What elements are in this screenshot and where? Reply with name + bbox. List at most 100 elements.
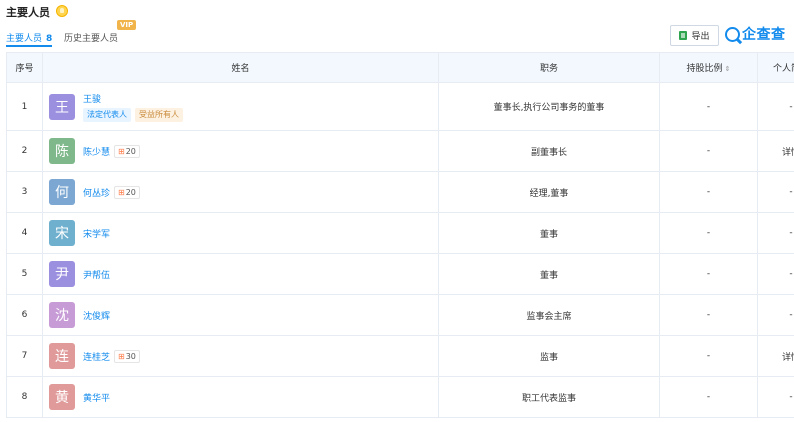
column-header-bio: 个人简介 (757, 52, 794, 83)
person: 何何丛珍 ⊞ 20 (49, 179, 438, 205)
person-name-line: 王骏 (83, 92, 183, 105)
person-name-link[interactable]: 连桂芝 (83, 350, 110, 363)
avatar[interactable]: 黄 (49, 384, 75, 410)
person-name-line: 陈少慧 ⊞ 20 (83, 144, 140, 158)
logo-text: 企查查 (742, 27, 786, 43)
person: 黄黄华平 (49, 384, 438, 410)
table-row: 5 尹尹帮伍 董事 - - (6, 253, 794, 295)
vip-badge: VIP (117, 20, 137, 30)
section-title: 主要人员 (6, 6, 50, 19)
share-header-label: 持股比例 (686, 64, 723, 74)
table-header-row: 序号 姓名 职务 持股比例⇕ 个人简介 (6, 52, 794, 83)
person-info: 连桂芝 ⊞ 30 (83, 349, 140, 363)
person-name-line: 何丛珍 ⊞ 20 (83, 185, 140, 199)
position-cell: 监事会主席 (438, 294, 660, 336)
person-name-line: 宋学军 (83, 227, 110, 240)
related-companies-count: 20 (125, 187, 136, 197)
tab-history-personnel-label: 历史主要人员 (64, 34, 119, 44)
avatar[interactable]: 连 (49, 343, 75, 369)
person-name-line: 连桂芝 ⊞ 30 (83, 349, 140, 363)
share-ratio-cell: - (659, 376, 758, 418)
legal-representative-tag[interactable]: 法定代表人 (83, 107, 131, 122)
position-cell: 经理,董事 (438, 171, 660, 213)
qichacha-logo-icon (725, 26, 740, 42)
related-companies-badge[interactable]: ⊞ 20 (114, 185, 140, 199)
person-info: 宋学军 (83, 227, 110, 240)
table-row: 2陈陈少慧 ⊞20 副董事长-详情 (6, 130, 794, 172)
bio-detail-link[interactable]: 详情 (757, 335, 794, 377)
person-name-line: 沈俊辉 (83, 309, 110, 322)
column-header-share[interactable]: 持股比例 ⇕ (659, 52, 758, 83)
position-cell: 董事长,执行公司事务的董事 (438, 82, 660, 131)
related-companies-count: 20 (125, 146, 136, 156)
export-label: 导出 (691, 32, 710, 42)
related-companies-badge[interactable]: ⊞ 20 (114, 144, 140, 158)
person-info: 黄华平 (83, 391, 110, 404)
table-row: 7连连桂芝 ⊞30 监事-详情 (6, 335, 794, 377)
related-companies-badge[interactable]: ⊞ 30 (114, 349, 140, 363)
person: 沈沈俊辉 (49, 302, 438, 328)
network-icon: ⊞ (118, 146, 125, 156)
name-cell: 王王骏法定代表人 受益所有人 (42, 82, 439, 131)
table-row: 8 黄黄华平 职工代表监事 - - (6, 376, 794, 418)
row-index: 2 (6, 130, 43, 172)
person: 连连桂芝 ⊞ 30 (49, 343, 438, 369)
table-row: 1 王王骏 法定代表人 受益所有人 董事长,执行公司事务的董事 - - (6, 82, 794, 131)
tab-main-personnel-label: 主要人员 (6, 34, 43, 44)
column-header-name: 姓名 (42, 52, 439, 83)
table-row: 3 何何丛珍 ⊞ 20 经理,董事 - - (6, 171, 794, 213)
active-tab-underline (6, 45, 52, 47)
bio-cell: - (757, 294, 794, 336)
person-info: 陈少慧 ⊞ 20 (83, 144, 140, 158)
person: 陈陈少慧 ⊞ 20 (49, 138, 438, 164)
bio-cell: - (757, 212, 794, 254)
avatar[interactable]: 陈 (49, 138, 75, 164)
table-row: 6 沈沈俊辉 监事会主席 - - (6, 294, 794, 336)
position-cell: 董事 (438, 253, 660, 295)
person-name-link[interactable]: 陈少慧 (83, 145, 110, 158)
avatar[interactable]: 宋 (49, 220, 75, 246)
section-header: 主要人员 主要人员 8 历史主要人员 VIP 导出 企查查 (0, 0, 794, 52)
avatar[interactable]: 沈 (49, 302, 75, 328)
position-cell: 监事 (438, 335, 660, 377)
person-name-link[interactable]: 王骏 (83, 92, 101, 105)
bio-cell: - (757, 82, 794, 131)
beneficial-owner-tag[interactable]: 受益所有人 (135, 107, 183, 122)
name-cell: 连连桂芝 ⊞ 30 (42, 335, 439, 377)
person-info: 何丛珍 ⊞ 20 (83, 185, 140, 199)
tab-main-personnel[interactable]: 主要人员 8 (6, 31, 52, 44)
bio-cell: - (757, 376, 794, 418)
share-ratio-cell: - (659, 294, 758, 336)
person-name-line: 黄华平 (83, 391, 110, 404)
tab-history-personnel[interactable]: 历史主要人员 (64, 31, 118, 44)
person: 王王骏法定代表人 受益所有人 (49, 92, 438, 122)
person-name-link[interactable]: 何丛珍 (83, 186, 110, 199)
name-cell: 何何丛珍 ⊞ 20 (42, 171, 439, 213)
bio-detail-link[interactable]: 详情 (757, 130, 794, 172)
column-header-position: 职务 (438, 52, 660, 83)
person-name-link[interactable]: 沈俊辉 (83, 309, 110, 322)
network-icon: ⊞ (118, 187, 125, 197)
name-cell: 沈沈俊辉 (42, 294, 439, 336)
share-ratio-cell: - (659, 335, 758, 377)
share-ratio-cell: - (659, 130, 758, 172)
export-button[interactable]: 导出 (670, 25, 719, 46)
avatar[interactable]: 尹 (49, 261, 75, 287)
sort-icon[interactable]: ⇕ (725, 65, 731, 73)
related-companies-count: 30 (125, 351, 136, 361)
personnel-table: 序号 姓名 职务 持股比例⇕ 个人简介 1王王骏法定代表人受益所有人董事长,执行… (6, 52, 794, 418)
avatar[interactable]: 何 (49, 179, 75, 205)
person-info: 沈俊辉 (83, 309, 110, 322)
row-index: 8 (6, 376, 43, 418)
person-name-link[interactable]: 宋学军 (83, 227, 110, 240)
share-ratio-cell: - (659, 82, 758, 131)
bell-icon[interactable] (56, 5, 68, 17)
column-header-index: 序号 (6, 52, 43, 83)
qichacha-logo: 企查查 (725, 24, 786, 44)
person-name-link[interactable]: 黄华平 (83, 391, 110, 404)
bio-cell: - (757, 253, 794, 295)
person: 尹尹帮伍 (49, 261, 438, 287)
network-icon: ⊞ (118, 351, 125, 361)
avatar[interactable]: 王 (49, 93, 75, 120)
person-name-link[interactable]: 尹帮伍 (83, 268, 110, 281)
